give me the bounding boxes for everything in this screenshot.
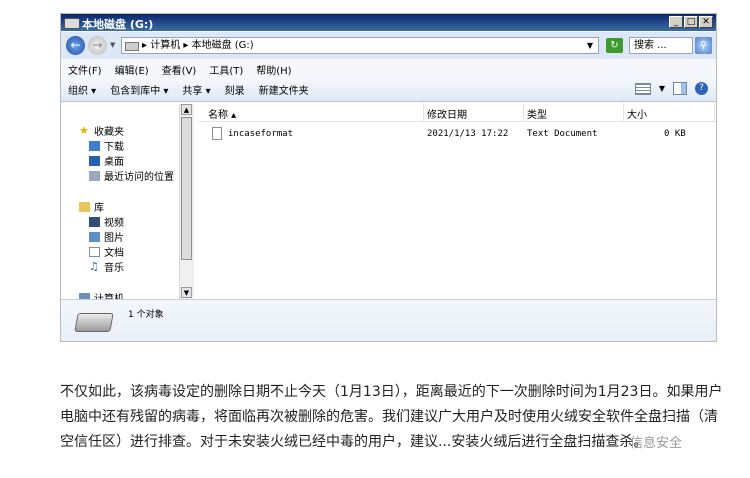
- close-button[interactable]: ✕: [699, 16, 713, 28]
- organize-button[interactable]: 组织 ▾: [61, 82, 103, 97]
- explorer-screenshot: 本地磁盘 (G:) _ □ ✕ ← → ▼ ▸ 计算机 ▸ 本地磁盘 (G:) …: [60, 13, 717, 342]
- nav-item-favorites[interactable]: ★ 收藏夹: [79, 123, 124, 138]
- maximize-button[interactable]: □: [684, 16, 698, 28]
- search-input[interactable]: 搜索 ...: [629, 37, 693, 54]
- nav-item-recent[interactable]: 最近访问的位置: [89, 168, 174, 183]
- back-button[interactable]: ←: [66, 36, 85, 55]
- watermark: 信息安全: [630, 436, 683, 451]
- nav-item-downloads[interactable]: 下载: [89, 138, 124, 153]
- drive-icon: [125, 42, 139, 51]
- nav-item-documents[interactable]: 文档: [89, 244, 124, 259]
- column-divider[interactable]: [523, 103, 524, 121]
- menu-tools[interactable]: 工具(T): [202, 59, 249, 77]
- scroll-down-icon[interactable]: ▼: [181, 287, 192, 298]
- preview-pane-icon[interactable]: [673, 82, 687, 95]
- column-name[interactable]: 名称 ▴: [208, 106, 236, 121]
- file-size: 0 KB: [664, 129, 686, 139]
- file-name: incaseformat: [228, 129, 294, 139]
- refresh-button[interactable]: ↻: [606, 38, 623, 53]
- videos-icon: [89, 216, 100, 227]
- menu-bar: 文件(F) 编辑(E) 查看(V) 工具(T) 帮助(H): [61, 59, 716, 77]
- documents-icon: [89, 246, 100, 257]
- menu-help[interactable]: 帮助(H): [249, 59, 297, 77]
- text-document-icon: [212, 127, 222, 140]
- breadcrumb[interactable]: ▸ 计算机 ▸ 本地磁盘 (G:): [142, 38, 254, 53]
- navigation-pane: ★ 收藏夹 下载 桌面 最近访问的位置 库 视频 图片 文档 ♫ 音乐: [61, 102, 193, 305]
- drive-icon: [64, 18, 80, 29]
- music-icon: ♫: [89, 259, 99, 273]
- item-count: 1 个对象: [128, 310, 164, 320]
- star-icon: ★: [79, 124, 89, 137]
- share-button[interactable]: 共享 ▾: [175, 82, 217, 97]
- menu-view[interactable]: 查看(V): [155, 59, 203, 77]
- history-dropdown-icon[interactable]: ▼: [110, 41, 115, 49]
- window-controls: _ □ ✕: [669, 16, 713, 28]
- downloads-folder-icon: [89, 140, 100, 151]
- column-modified[interactable]: 修改日期: [427, 106, 467, 121]
- file-type: Text Document: [527, 129, 598, 139]
- details-pane: 1 个对象: [61, 299, 716, 341]
- window-title: 本地磁盘 (G:): [82, 18, 154, 31]
- column-divider[interactable]: [623, 103, 624, 121]
- column-divider[interactable]: [423, 103, 424, 121]
- minimize-button[interactable]: _: [669, 16, 683, 28]
- desktop-icon: [89, 155, 100, 166]
- nav-item-libraries[interactable]: 库: [79, 199, 104, 214]
- scroll-up-icon[interactable]: ▲: [181, 104, 192, 115]
- title-bar: 本地磁盘 (G:) _ □ ✕: [61, 14, 716, 31]
- chevron-down-icon[interactable]: ▼: [587, 38, 593, 53]
- nav-item-videos[interactable]: 视频: [89, 214, 124, 229]
- chevron-down-icon[interactable]: ▼: [659, 84, 665, 93]
- nav-item-pictures[interactable]: 图片: [89, 229, 124, 244]
- address-bar[interactable]: ▸ 计算机 ▸ 本地磁盘 (G:) ▼: [121, 37, 599, 54]
- nav-item-music[interactable]: ♫ 音乐: [89, 259, 124, 275]
- forward-button[interactable]: →: [88, 36, 107, 55]
- file-row[interactable]: incaseformat 2021/1/13 17:22 Text Docume…: [198, 127, 716, 143]
- menu-edit[interactable]: 编辑(E): [108, 59, 155, 77]
- command-bar: 组织 ▾ 包含到库中 ▾ 共享 ▾ 刻录 新建文件夹 ▼ ?: [61, 77, 716, 102]
- search-icon[interactable]: ⚲: [695, 37, 712, 54]
- navigation-scrollbar[interactable]: ▲ ▼: [179, 104, 194, 299]
- nav-item-desktop[interactable]: 桌面: [89, 153, 124, 168]
- library-icon: [79, 201, 90, 212]
- new-folder-button[interactable]: 新建文件夹: [252, 82, 316, 97]
- file-modified: 2021/1/13 17:22: [427, 129, 509, 139]
- include-in-library-button[interactable]: 包含到库中 ▾: [103, 82, 175, 97]
- scroll-thumb[interactable]: [181, 117, 192, 260]
- column-header: 名称 ▴ 修改日期 类型 大小: [198, 103, 716, 122]
- recent-places-icon: [89, 170, 100, 181]
- view-options-icon[interactable]: [634, 82, 651, 95]
- menu-file[interactable]: 文件(F): [61, 59, 108, 77]
- column-divider[interactable]: [714, 103, 715, 121]
- column-size[interactable]: 大小: [627, 106, 647, 121]
- hard-drive-icon: [74, 313, 114, 332]
- column-type[interactable]: 类型: [527, 106, 547, 121]
- address-toolbar: ← → ▼ ▸ 计算机 ▸ 本地磁盘 (G:) ▼ ↻ 搜索 ... ⚲: [61, 32, 716, 59]
- help-icon[interactable]: ?: [695, 82, 708, 95]
- burn-button[interactable]: 刻录: [218, 82, 252, 97]
- pictures-icon: [89, 231, 100, 242]
